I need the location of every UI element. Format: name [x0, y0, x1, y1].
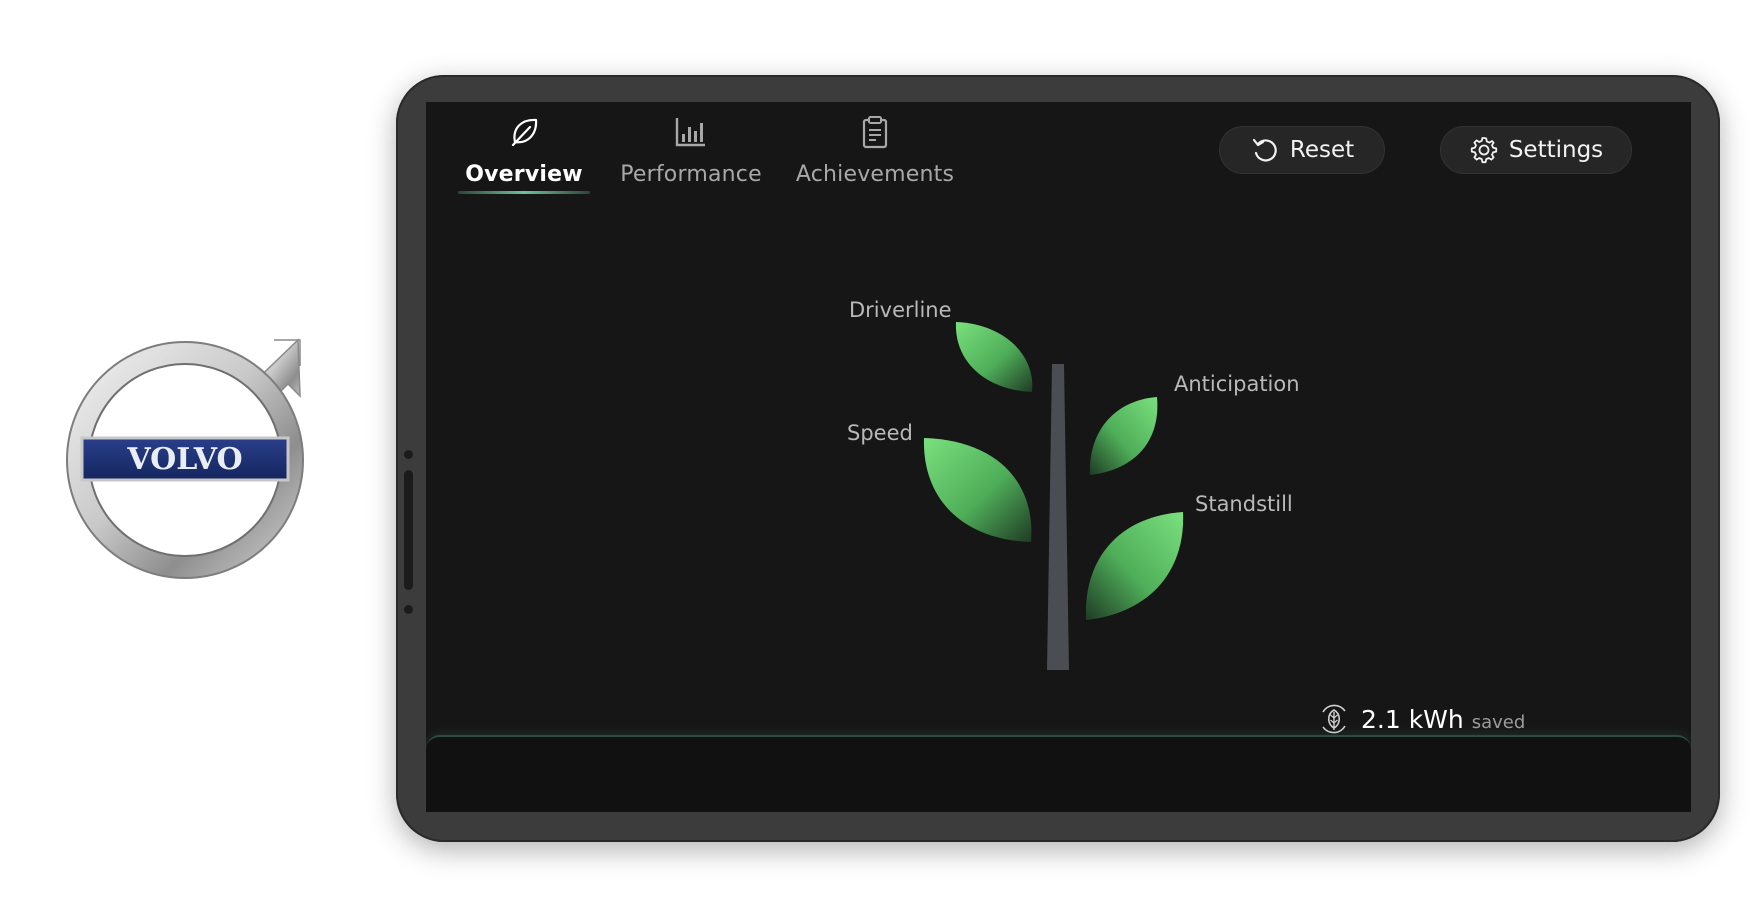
eco-leaf-cycle-icon [1322, 704, 1346, 734]
energy-saved-label: saved [1471, 712, 1526, 733]
leaf-label-driverline: Driverline [849, 298, 952, 322]
app-screen: Overview Performance Achievements Reset … [426, 102, 1691, 812]
page: VOLVO Overview Performance Achievements … [0, 0, 1756, 908]
tablet-frame: Overview Performance Achievements Reset … [396, 75, 1720, 842]
side-button [404, 470, 413, 590]
leaf-standstill [1085, 512, 1184, 620]
leaf-label-standstill: Standstill [1195, 492, 1293, 516]
leaf-speed [923, 438, 1032, 542]
logo-wordmark: VOLVO [126, 442, 242, 477]
tree-trunk [1047, 364, 1069, 670]
camera-dot [404, 450, 413, 459]
leaf-driverline [955, 322, 1033, 392]
leaf-label-speed: Speed [847, 421, 913, 445]
volvo-logo: VOLVO [60, 330, 320, 590]
energy-saved-value: 2.1 kWh [1361, 705, 1464, 734]
bottom-drawer[interactable] [426, 735, 1691, 812]
energy-saved: 2.1 kWh saved [1317, 694, 1525, 734]
leaf-label-anticipation: Anticipation [1174, 372, 1300, 396]
leaf-anticipation [1089, 397, 1158, 475]
sensor-dot [404, 605, 413, 614]
